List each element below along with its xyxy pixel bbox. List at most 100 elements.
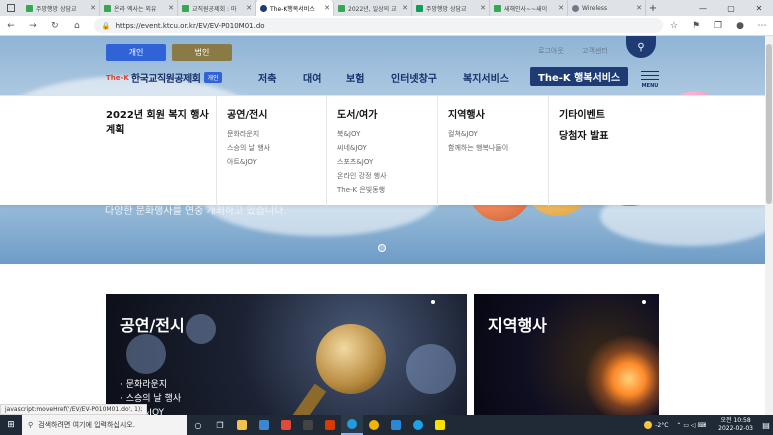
profile-icon[interactable]: ● bbox=[729, 21, 751, 31]
mega-title[interactable]: 공연/전시 bbox=[227, 108, 326, 123]
favicon-icon bbox=[260, 4, 267, 12]
app-icon[interactable] bbox=[275, 415, 297, 435]
browser-tab[interactable]: 주망행망 상담교 ✕ bbox=[22, 0, 100, 16]
weather-widget[interactable]: -2°C bbox=[644, 421, 668, 429]
full-menu-button[interactable]: MENU bbox=[641, 68, 659, 89]
mega-col-performance: 공연/전시 문화라운지 스승의 날 행사 아트&JOY bbox=[216, 96, 326, 206]
favicon-icon bbox=[416, 4, 423, 12]
mega-sub-item[interactable]: 스포츠&JOY bbox=[337, 155, 437, 169]
camera-icon[interactable] bbox=[297, 415, 319, 435]
maximize-icon[interactable]: ▢ bbox=[717, 4, 745, 13]
minimize-icon[interactable]: — bbox=[689, 4, 717, 13]
logo-badge: 개인 bbox=[204, 72, 222, 83]
close-tab-icon[interactable]: ✕ bbox=[636, 4, 642, 12]
task-view-icon[interactable]: ❐ bbox=[209, 415, 231, 435]
mega-sub-item[interactable]: 스승의 날 행사 bbox=[227, 141, 326, 155]
extensions-icon[interactable]: ⚑ bbox=[685, 21, 707, 31]
new-tab-button[interactable]: + bbox=[646, 3, 660, 14]
tab-label: 주망행망 상담교 bbox=[36, 5, 77, 13]
cortana-icon[interactable]: ○ bbox=[187, 415, 209, 435]
tray-icons[interactable]: ⌃ ▭ ◁ ⌨ bbox=[676, 422, 706, 429]
mega-title[interactable]: 도서/여가 bbox=[337, 108, 437, 123]
browser-tab[interactable]: 새해인사~~새이 ✕ bbox=[490, 0, 568, 16]
mega-sub-item[interactable]: 문화라운지 bbox=[227, 127, 326, 141]
more-menu-icon[interactable]: ⋯ bbox=[751, 21, 773, 31]
mega-sub-item[interactable]: The-K 은빛동행 bbox=[337, 183, 437, 197]
mega-title[interactable]: 당첨자 발표 bbox=[559, 129, 678, 144]
tab-label: Wireless bbox=[582, 4, 608, 12]
tab-actions-icon[interactable] bbox=[0, 0, 22, 16]
refresh-icon[interactable]: ↻ bbox=[44, 21, 66, 31]
mega-sub-item[interactable]: 씨네&JOY bbox=[337, 141, 437, 155]
close-tab-icon[interactable]: ✕ bbox=[246, 4, 252, 12]
mega-col-regional: 지역행사 컬쳐&JOY 함께하는 행복나들이 bbox=[437, 96, 548, 206]
browser-tab[interactable]: Wireless ✕ bbox=[568, 0, 646, 16]
browser-tab[interactable]: 주망행망 상담교 ✕ bbox=[412, 0, 490, 16]
customer-center-link[interactable]: 고객센터 bbox=[582, 46, 608, 56]
tab-label: 주망행망 상담교 bbox=[426, 5, 467, 13]
forward-icon[interactable]: → bbox=[22, 21, 44, 31]
back-icon[interactable]: ← bbox=[0, 21, 22, 31]
close-tab-icon[interactable]: ✕ bbox=[168, 4, 174, 12]
close-tab-icon[interactable]: ✕ bbox=[558, 4, 564, 12]
performance-card[interactable]: 공연/전시 · 문화라운지 · 스승의 날 행사 · 아트&JOY bbox=[106, 294, 467, 415]
mega-title[interactable]: 지역행사 bbox=[448, 108, 548, 123]
browser-tab[interactable]: 온라 엑사는 외유 ✕ bbox=[100, 0, 178, 16]
regional-card[interactable]: 지역행사 bbox=[474, 294, 659, 415]
gnb-loan[interactable]: 대여 bbox=[303, 70, 321, 85]
kakaotalk-icon[interactable] bbox=[429, 415, 451, 435]
link-status-tooltip: javascript:moveHref('/EV/EV-P010M01.do',… bbox=[0, 404, 148, 415]
tab-label: 온라 엑사는 외유 bbox=[114, 5, 157, 13]
app-icon[interactable] bbox=[385, 415, 407, 435]
menu-label: MENU bbox=[641, 82, 659, 89]
gnb-internet-window[interactable]: 인터넷창구 bbox=[391, 70, 437, 85]
logout-link[interactable]: 로그아웃 bbox=[538, 46, 564, 56]
search-button[interactable]: ⚲ bbox=[626, 36, 656, 58]
card-item[interactable]: · 문화라운지 bbox=[120, 378, 181, 392]
store-icon[interactable] bbox=[253, 415, 275, 435]
windows-start-icon[interactable]: ⊞ bbox=[0, 420, 22, 430]
close-tab-icon[interactable]: ✕ bbox=[480, 4, 486, 12]
clock-time: 오전 10:58 bbox=[720, 417, 751, 424]
gnb-the-k-happy-service[interactable]: The-K 행복서비스 bbox=[530, 67, 629, 86]
browser-tab[interactable]: 2022년, 일상의 교 ✕ bbox=[334, 0, 412, 16]
close-tab-icon[interactable]: ✕ bbox=[90, 4, 96, 12]
collections-icon[interactable]: ❐ bbox=[707, 21, 729, 31]
office-icon[interactable] bbox=[319, 415, 341, 435]
mega-menu: 2022년 회원 복지 행사 계획 공연/전시 문화라운지 스승의 날 행사 아… bbox=[0, 95, 765, 206]
favorite-star-icon[interactable]: ☆ bbox=[663, 21, 685, 31]
home-icon[interactable]: ⌂ bbox=[66, 21, 88, 31]
corporate-member-button[interactable]: 법인 bbox=[172, 44, 232, 61]
close-window-icon[interactable]: ✕ bbox=[745, 4, 773, 13]
microphone-image bbox=[316, 324, 386, 394]
close-tab-icon[interactable]: ✕ bbox=[402, 4, 408, 12]
mega-sub-item[interactable]: 아트&JOY bbox=[227, 155, 326, 169]
gnb-welfare-service[interactable]: 복지서비스 bbox=[463, 70, 509, 85]
mega-title[interactable]: 2022년 회원 복지 행사 계획 bbox=[106, 108, 216, 138]
url-input[interactable]: 🔒 https://event.ktcu.or.kr/EV/EV-P010M01… bbox=[93, 18, 664, 33]
gnb-insurance[interactable]: 보험 bbox=[346, 70, 364, 85]
taskbar-clock[interactable]: 오전 10:58 2022-02-03 bbox=[718, 417, 753, 433]
browser-tab-active[interactable]: The-K행복서비스 ✕ bbox=[256, 0, 334, 16]
notification-icon[interactable]: ▤ bbox=[759, 421, 773, 430]
card-title: 공연/전시 bbox=[120, 316, 185, 335]
chrome-icon[interactable] bbox=[363, 415, 385, 435]
ie-icon[interactable] bbox=[407, 415, 429, 435]
page-scrollbar[interactable] bbox=[765, 36, 773, 415]
mega-sub-item[interactable]: 함께하는 행복나들이 bbox=[448, 141, 548, 155]
gnb-savings[interactable]: 저축 bbox=[258, 70, 276, 85]
mega-title[interactable]: 기타이벤트 bbox=[559, 108, 678, 123]
browser-tab-strip: 주망행망 상담교 ✕ 온라 엑사는 외유 ✕ 교직원공제회 : 마 ✕ The-K행복… bbox=[0, 0, 773, 16]
mega-sub-item[interactable]: 북&JOY bbox=[337, 127, 437, 141]
edge-browser-icon[interactable] bbox=[341, 415, 363, 435]
mega-sub-item[interactable]: 컬쳐&JOY bbox=[448, 127, 548, 141]
close-tab-icon[interactable]: ✕ bbox=[324, 4, 330, 12]
personal-member-button[interactable]: 개인 bbox=[106, 44, 166, 61]
card-dot bbox=[431, 300, 435, 304]
file-explorer-icon[interactable] bbox=[231, 415, 253, 435]
browser-tab[interactable]: 교직원공제회 : 마 ✕ bbox=[178, 0, 256, 16]
slide-indicator-dot[interactable] bbox=[378, 244, 386, 252]
taskbar-search-box[interactable]: ⚲ 검색하려면 여기에 입력하십시오. bbox=[22, 415, 187, 435]
mega-sub-item[interactable]: 온라인 강정 행사 bbox=[337, 169, 437, 183]
site-logo[interactable]: The-K 한국교직원공제회 개인 bbox=[106, 70, 222, 85]
